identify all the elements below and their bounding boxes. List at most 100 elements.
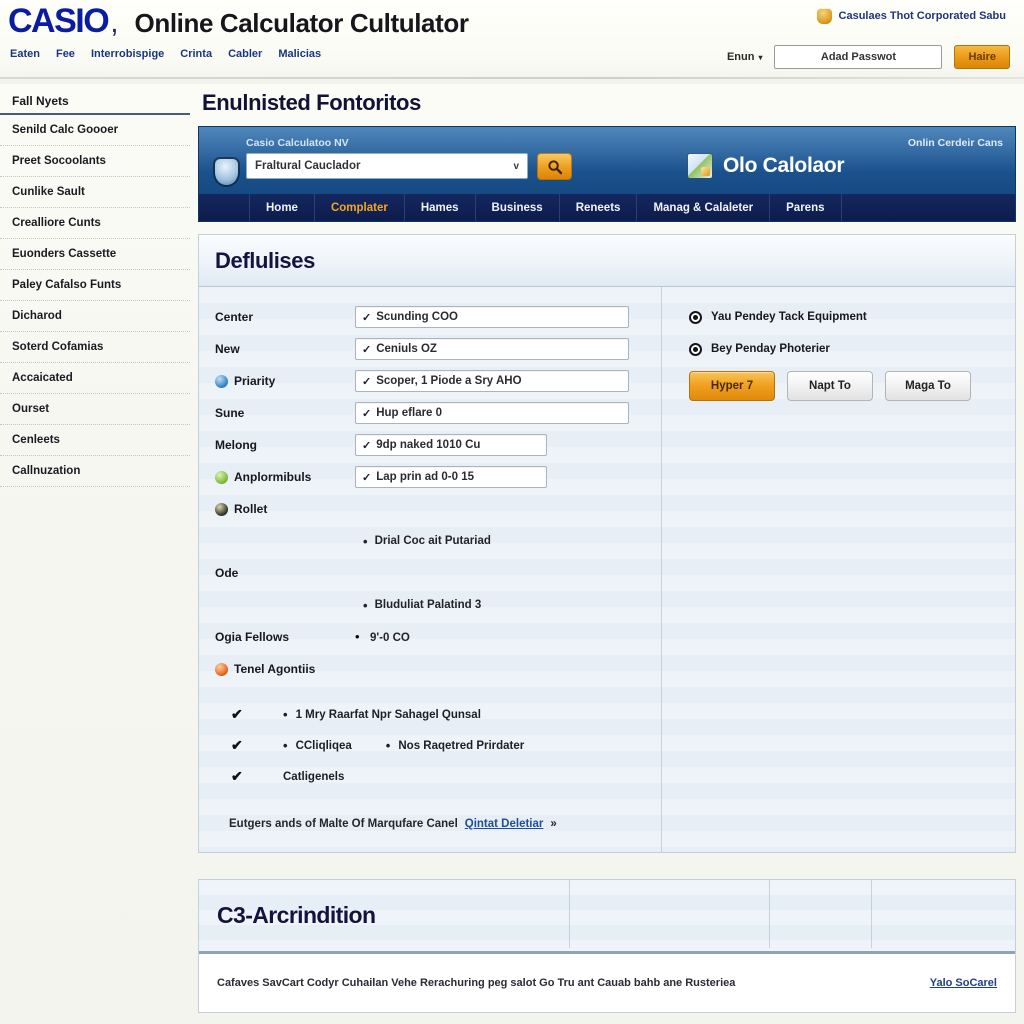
sidebar-item[interactable]: Euonders Cassette <box>0 239 190 270</box>
footer-link[interactable]: Yalo SoCarel <box>930 977 997 989</box>
hyper-button[interactable]: Hyper 7 <box>689 371 775 401</box>
page-title: Enulnisted Fontoritos <box>202 90 421 115</box>
form-label-text: Anplormibuls <box>234 470 312 484</box>
app-header: Casio Calculatoo NV Fraltural Cauclador … <box>198 126 1016 222</box>
utility-link[interactable]: Interrobispige <box>91 48 164 60</box>
bullet-icon: • <box>363 597 368 613</box>
priority-input[interactable]: ✓ Scoper, 1 Piode a Sry AHO <box>355 370 629 392</box>
sune-input[interactable]: ✓ Hup eflare 0 <box>355 402 629 424</box>
form-row: New ✓ Ceniuls OZ <box>215 333 661 365</box>
anplormibuls-input[interactable]: ✓ Lap prin ad 0-0 15 <box>355 466 547 488</box>
new-input[interactable]: ✓ Ceniuls OZ <box>355 338 629 360</box>
sidebar-item[interactable]: Paley Cafalso Funts <box>0 270 190 301</box>
calculator-select[interactable]: Fraltural Cauclador v <box>246 153 528 179</box>
form-label: Melong <box>215 438 355 452</box>
note-line: Eutgers ands of Malte Of Marqufare Canel… <box>215 818 999 830</box>
sidebar-item[interactable]: Callnuzation <box>0 456 190 487</box>
check-icon: ✓ <box>362 375 372 388</box>
check-list: ✔ • 1 Mry Raarfat Npr Sahagel Qunsal ✔ •… <box>215 699 999 792</box>
check-icon: ✔ <box>231 706 243 722</box>
form-label-text: Ode <box>215 566 239 580</box>
nav-item-home[interactable]: Home <box>249 194 315 221</box>
form-row: Priarity ✓ Scoper, 1 Piode a Sry AHO <box>215 365 661 397</box>
new-input-value: Ceniuls OZ <box>376 343 437 355</box>
search-button[interactable] <box>537 153 572 180</box>
nav-bar: Home Complater Hames Business Reneets Ma… <box>199 194 1015 221</box>
sidebar-item[interactable]: Preet Socoolants <box>0 146 190 177</box>
form-label: Anplormibuls <box>215 470 355 484</box>
page-root: CASIO , Online Calculator Cultulator Eat… <box>0 0 1024 1024</box>
note-link[interactable]: Qintat Deletiar <box>465 818 544 830</box>
form-row: Rollet <box>215 493 661 525</box>
chevron-down-icon: v <box>513 160 519 172</box>
panel-title-bar: Deflulises <box>199 235 1015 287</box>
check-label: CCliqliqea <box>295 739 352 752</box>
sidebar-item[interactable]: Dicharod <box>0 301 190 332</box>
nav-item-reneets[interactable]: Reneets <box>560 194 638 221</box>
note-text: Eutgers ands of Malte Of Marqufare Canel <box>229 818 458 830</box>
note-tail: » <box>550 818 557 830</box>
sidebar-item[interactable]: Soterd Cofamias <box>0 332 190 363</box>
check-row[interactable]: ✔ • CCliqliqea • Nos Raqetred Prirdater <box>215 730 999 761</box>
corporate-link[interactable]: Casulaes Thot Corporated Sabu <box>816 8 1006 24</box>
check-icon: ✓ <box>362 343 372 356</box>
login-row: Enun ▾ Adad Passwot Haire <box>727 45 1010 69</box>
bullet-icon: • <box>283 738 288 753</box>
form-right-column: Yau Pendey Tack Equipment Bey Penday Pho… <box>661 301 991 685</box>
form-row: Sune ✓ Hup eflare 0 <box>215 397 661 429</box>
priority-input-value: Scoper, 1 Piode a Sry AHO <box>376 375 522 387</box>
form-control: ✓ Lap prin ad 0-0 15 <box>355 466 661 488</box>
bullet-icon: • <box>385 738 391 753</box>
check-row[interactable]: ✔ Catligenels <box>215 761 999 792</box>
sidebar-item[interactable]: Cunlike Sault <box>0 177 190 208</box>
product-name: Olo Calolaor <box>723 154 845 177</box>
check-row[interactable]: ✔ • 1 Mry Raarfat Npr Sahagel Qunsal <box>215 699 999 730</box>
utility-link[interactable]: Eaten <box>10 48 40 60</box>
login-button[interactable]: Haire <box>954 45 1010 69</box>
anplormibuls-icon <box>215 470 228 484</box>
radio-label: Bey Penday Photerier <box>711 343 830 355</box>
radio-option[interactable]: Bey Penday Photerier <box>689 333 991 365</box>
header-note: Onlin Cerdeir Cans <box>907 137 1003 149</box>
sidebar-item[interactable]: Senild Calc Goooer <box>0 115 190 146</box>
sidebar-item[interactable]: Accaicated <box>0 363 190 394</box>
center-input[interactable]: ✓ Scunding COO <box>355 306 629 328</box>
nav-item-hames[interactable]: Hames <box>405 194 476 221</box>
form-label: New <box>215 342 355 356</box>
corporate-link-label: Casulaes Thot Corporated Sabu <box>838 10 1006 22</box>
napt-to-button[interactable]: Napt To <box>787 371 873 401</box>
radio-option[interactable]: Yau Pendey Tack Equipment <box>689 301 991 333</box>
bullet-icon: • <box>355 629 360 644</box>
password-field[interactable]: Adad Passwot <box>774 45 943 69</box>
melong-input[interactable]: ✓ 9dp naked 1010 Cu <box>355 434 547 456</box>
check-icon: ✓ <box>362 471 372 484</box>
calculator-select-value: Fraltural Cauclador <box>255 160 361 172</box>
check-icon: ✓ <box>362 311 372 324</box>
nav-item-business[interactable]: Business <box>476 194 560 221</box>
sidebar-heading: Fall Nyets <box>0 90 190 115</box>
utility-link[interactable]: Cabler <box>228 48 262 60</box>
nav-item-complater[interactable]: Complater <box>315 194 405 221</box>
form-label-text: New <box>215 342 240 356</box>
sune-input-value: Hup eflare 0 <box>376 407 443 419</box>
sidebar-item[interactable]: Cenleets <box>0 425 190 456</box>
form-row: Ode <box>215 557 661 589</box>
nav-item-manag-calaleter[interactable]: Manag & Calaleter <box>637 194 771 221</box>
form-control: ✓ Scoper, 1 Piode a Sry AHO <box>355 370 661 392</box>
sidebar: Fall Nyets Senild Calc Goooer Preet Soco… <box>0 90 190 487</box>
language-label: Enun <box>726 51 755 63</box>
nav-item-parens[interactable]: Parens <box>770 194 842 221</box>
form-label: Sune <box>215 406 355 420</box>
sidebar-item[interactable]: Crealliore Cunts <box>0 208 190 239</box>
utility-link[interactable]: Crinta <box>180 48 212 60</box>
form-label-text: Melong <box>215 438 257 452</box>
utility-link[interactable]: Malicias <box>278 48 321 60</box>
form-label-text: Sune <box>215 406 245 420</box>
language-selector[interactable]: Enun ▾ <box>727 51 763 63</box>
sidebar-item[interactable]: Ourset <box>0 394 190 425</box>
utility-link[interactable]: Fee <box>56 48 75 60</box>
maga-to-button[interactable]: Maga To <box>885 371 971 401</box>
masthead: CASIO , Online Calculator Cultulator Eat… <box>0 0 1024 84</box>
main-column: Enulnisted Fontoritos Casio Calculatoo N… <box>198 90 1016 1013</box>
bullet-icon: • <box>363 533 368 549</box>
